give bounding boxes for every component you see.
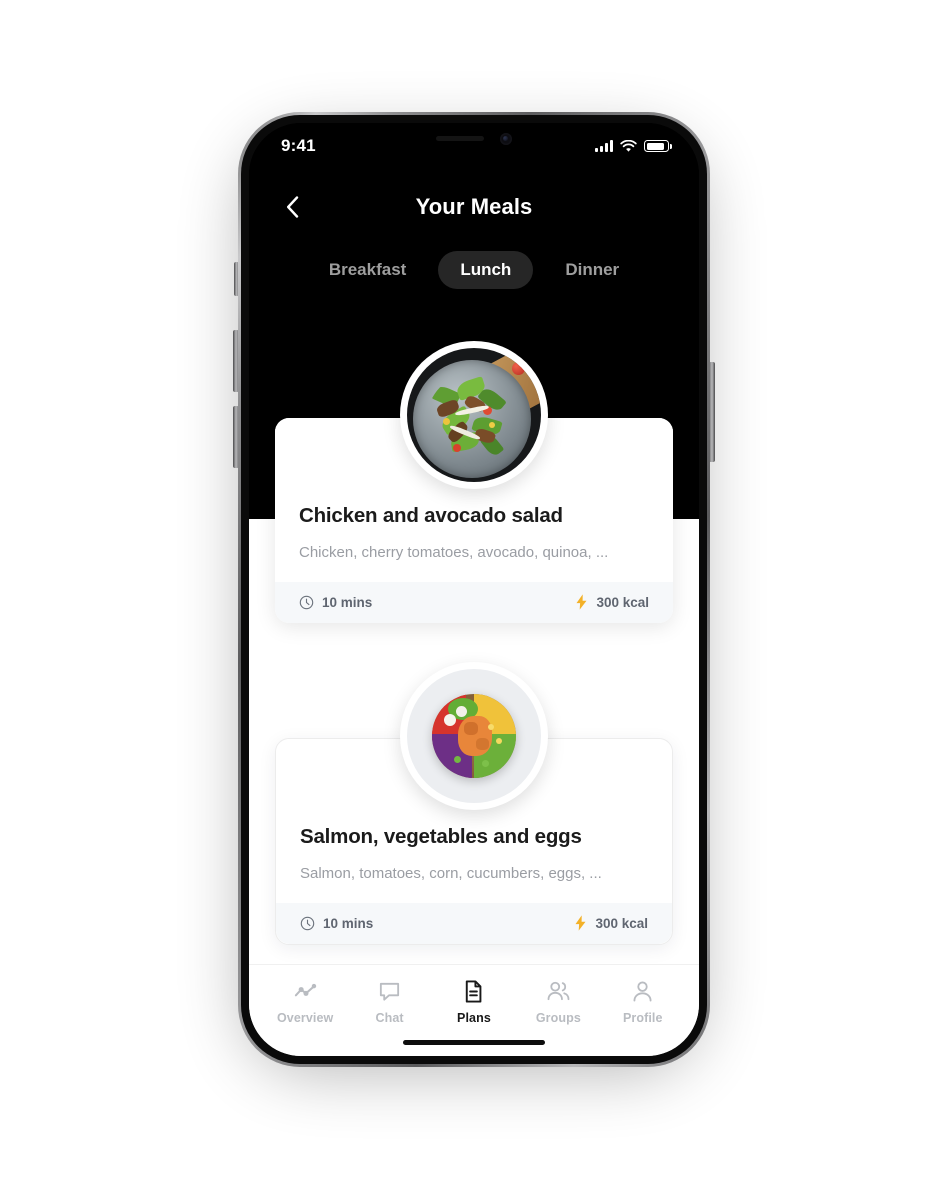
meal-energy: 300 kcal (574, 915, 648, 931)
chat-bubble-icon (380, 982, 400, 1001)
meal-ingredients: Chicken, cherry tomatoes, avocado, quino… (299, 543, 609, 561)
food-illustration (407, 669, 541, 803)
nav-item-profile[interactable]: Profile (605, 979, 681, 1025)
tab-lunch[interactable]: Lunch (438, 251, 534, 289)
meal-time: 10 mins (299, 595, 372, 610)
meal-tab-group: Breakfast Lunch Dinner (249, 251, 699, 289)
meal-meta-row: 10 mins 300 kcal (276, 903, 672, 945)
meal-meta-row: 10 mins 300 kcal (275, 582, 673, 624)
nav-item-overview[interactable]: Overview (267, 979, 343, 1025)
status-time: 9:41 (281, 136, 316, 155)
meal-time-label: 10 mins (322, 594, 373, 610)
nav-label-chat: Chat (375, 1011, 404, 1025)
nav-label-overview: Overview (276, 1011, 334, 1025)
meal-card[interactable]: Chicken and avocado salad Chicken, cherr… (275, 341, 673, 624)
navigation-bar: Your Meals (249, 183, 699, 231)
meal-thumbnail (400, 341, 548, 489)
back-button[interactable] (275, 190, 309, 224)
phone-device-frame: 9:41 Your Meals Breakfast Lunch Dinner C… (238, 112, 710, 1067)
nav-label-plans: Plans (457, 1011, 491, 1025)
wifi-icon (620, 139, 637, 152)
chevron-left-icon (286, 196, 298, 218)
home-indicator[interactable] (403, 1040, 545, 1045)
screenshot-scene: 9:41 Your Meals Breakfast Lunch Dinner C… (0, 0, 944, 1200)
meal-time: 10 mins (300, 916, 373, 931)
meal-image-salmon-vegetables-eggs (407, 669, 541, 803)
nav-label-groups: Groups (535, 1011, 581, 1025)
meal-title: Chicken and avocado salad (299, 504, 563, 527)
nav-item-plans[interactable]: Plans (436, 979, 512, 1025)
page-title: Your Meals (415, 194, 533, 219)
person-icon (633, 981, 652, 1002)
nav-label-profile: Profile (622, 1011, 663, 1025)
food-illustration (407, 348, 541, 482)
meal-energy: 300 kcal (575, 594, 649, 610)
tab-breakfast[interactable]: Breakfast (311, 251, 425, 289)
clock-icon (299, 595, 314, 609)
people-icon (547, 981, 570, 1001)
nav-item-chat[interactable]: Chat (352, 979, 428, 1025)
meal-card[interactable]: Salmon, vegetables and eggs Salmon, toma… (275, 662, 673, 946)
signal-icon (595, 140, 613, 152)
bolt-icon (575, 915, 586, 931)
tab-dinner[interactable]: Dinner (547, 251, 637, 289)
earpiece-speaker-icon (436, 136, 484, 141)
meal-time-label: 10 mins (323, 915, 374, 931)
phone-bezel: 9:41 Your Meals Breakfast Lunch Dinner C… (241, 115, 707, 1064)
phone-screen: 9:41 Your Meals Breakfast Lunch Dinner C… (249, 123, 699, 1056)
notch (390, 123, 558, 155)
battery-icon (644, 140, 672, 152)
nav-item-groups[interactable]: Groups (520, 979, 596, 1025)
meal-title: Salmon, vegetables and eggs (300, 825, 582, 848)
meal-energy-label: 300 kcal (596, 594, 649, 610)
document-icon (466, 980, 482, 1003)
meal-thumbnail (400, 662, 548, 810)
front-camera-icon (500, 132, 512, 145)
bolt-icon (576, 594, 587, 610)
meal-image-chicken-avocado-salad (407, 348, 541, 482)
meal-ingredients: Salmon, tomatoes, corn, cucumbers, eggs,… (300, 864, 602, 882)
status-indicators (595, 139, 672, 153)
meal-energy-label: 300 kcal (595, 915, 648, 931)
clock-icon (300, 916, 315, 930)
analytics-icon (294, 983, 316, 997)
